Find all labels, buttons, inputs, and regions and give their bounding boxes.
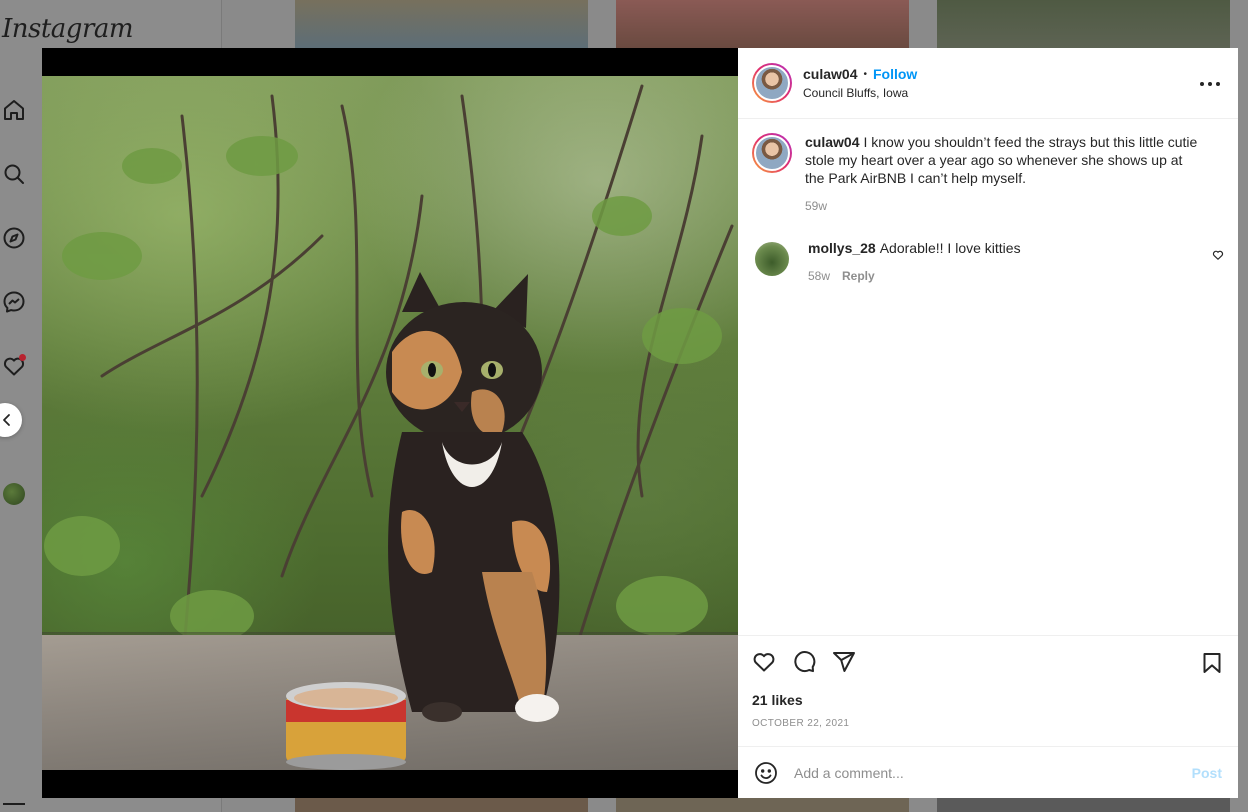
- home-icon[interactable]: [2, 98, 28, 124]
- comment-input[interactable]: [794, 764, 1192, 781]
- save-bookmark-icon[interactable]: [1200, 651, 1224, 675]
- add-comment-bar: Post: [738, 746, 1238, 798]
- chevron-left-icon: [3, 414, 10, 426]
- post-header: culaw04 • Follow Council Bluffs, Iowa: [738, 48, 1238, 119]
- grid-thumbnail[interactable]: [295, 0, 588, 48]
- follow-button[interactable]: Follow: [873, 66, 917, 82]
- post-date: OCTOBER 22, 2021: [752, 718, 850, 729]
- likes-count[interactable]: 21 likes: [752, 692, 1224, 708]
- caption-text: I know you shouldn’t feed the strays but…: [805, 134, 1198, 186]
- comment-text: Adorable!! I love kitties: [879, 240, 1021, 256]
- share-paper-plane-icon[interactable]: [832, 650, 858, 676]
- more-options-icon[interactable]: [1200, 76, 1220, 92]
- author-username[interactable]: culaw04: [803, 66, 857, 82]
- comment-age[interactable]: 58w: [808, 267, 830, 285]
- post-modal: culaw04 • Follow Council Bluffs, Iowa cu…: [42, 48, 1238, 798]
- grid-thumbnail[interactable]: [295, 798, 588, 812]
- post-comment-button[interactable]: Post: [1192, 765, 1222, 781]
- comment-username[interactable]: mollys_28: [808, 240, 876, 256]
- comment-like-heart-icon[interactable]: [1212, 249, 1224, 261]
- notification-dot: [19, 354, 26, 361]
- post-media: [42, 48, 738, 798]
- author-avatar[interactable]: [752, 63, 792, 103]
- cat-food-can-illustration: [286, 682, 406, 770]
- post-side-panel: culaw04 • Follow Council Bluffs, Iowa cu…: [738, 48, 1238, 798]
- instagram-logo[interactable]: Instagram: [2, 14, 134, 44]
- grid-thumbnail[interactable]: [616, 798, 909, 812]
- messenger-icon[interactable]: [2, 290, 28, 316]
- comment-bubble-icon[interactable]: [792, 650, 818, 676]
- caption-author-avatar[interactable]: [752, 133, 792, 173]
- caption-username[interactable]: culaw04: [805, 134, 859, 150]
- calico-cat-illustration: [386, 272, 560, 722]
- profile-avatar[interactable]: [3, 483, 25, 505]
- reply-button[interactable]: Reply: [842, 267, 875, 285]
- caption-age[interactable]: 59w: [805, 197, 827, 215]
- emoji-icon[interactable]: [754, 761, 778, 785]
- post-photo[interactable]: [42, 76, 738, 770]
- post-location[interactable]: Council Bluffs, Iowa: [803, 86, 917, 100]
- explore-icon[interactable]: [2, 226, 28, 252]
- caption: culaw04 I know you shouldn’t feed the str…: [752, 133, 1226, 215]
- like-heart-icon[interactable]: [752, 650, 778, 676]
- commenter-avatar[interactable]: [755, 242, 789, 276]
- search-icon[interactable]: [2, 162, 28, 188]
- grid-thumbnail[interactable]: [937, 0, 1230, 48]
- comment-item: mollys_28 Adorable!! I love kitties 58w R…: [752, 239, 1226, 285]
- grid-thumbnail[interactable]: [616, 0, 909, 48]
- post-actions: 21 likes OCTOBER 22, 2021: [738, 635, 1238, 746]
- grid-thumbnail[interactable]: [937, 798, 1230, 812]
- separator-dot: •: [863, 68, 867, 80]
- comments-list: culaw04 I know you shouldn’t feed the str…: [738, 119, 1238, 635]
- more-menu-icon[interactable]: [3, 803, 25, 807]
